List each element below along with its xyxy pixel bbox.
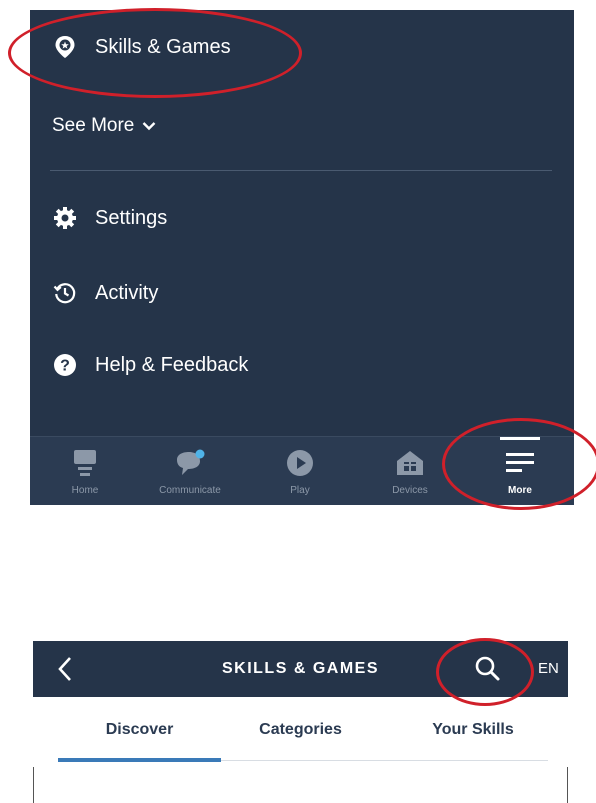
menu-item-label: Skills & Games [95,35,231,58]
active-tab-underline [58,758,221,762]
chat-bubble-icon [173,447,207,479]
chevron-down-icon [142,115,156,137]
nav-label: More [508,485,532,496]
menu-item-label: Settings [95,206,168,229]
menu-item-label: Activity [95,281,159,304]
menu-item-settings[interactable]: Settings [53,198,167,238]
menu-item-skills-games[interactable]: Skills & Games [53,27,231,67]
nav-item-devices[interactable]: Devices [360,437,460,505]
skills-header-bar: SKILLS & GAMES EN [33,641,568,697]
content-border-left [33,767,34,803]
nav-item-play[interactable]: Play [250,437,350,505]
menu-item-activity[interactable]: Activity [53,273,158,313]
tab-discover[interactable]: Discover [58,721,221,739]
nav-label: Home [71,485,99,496]
search-icon[interactable] [473,654,501,687]
gear-icon [53,206,77,230]
history-clock-icon [53,281,77,305]
language-indicator[interactable]: EN [538,660,559,677]
nav-label: Play [290,485,310,496]
see-more-toggle[interactable]: See More [52,115,156,137]
svg-text:?: ? [60,358,70,375]
nav-label: Devices [392,485,428,496]
nav-label: Communicate [159,485,221,496]
play-icon [285,447,315,479]
nav-item-home[interactable]: Home [35,437,135,505]
menu-item-help-feedback[interactable]: ? Help & Feedback [53,345,248,385]
menu-panel: Skills & Games See More Settings Activit… [30,10,574,505]
menu-divider [50,170,552,171]
home-icon [72,447,98,479]
tab-categories[interactable]: Categories [233,721,368,739]
skills-tabs: Discover Categories Your Skills [33,697,568,767]
see-more-label: See More [52,115,135,136]
menu-item-label: Help & Feedback [95,353,249,376]
skills-location-pin-icon [53,35,77,59]
hamburger-menu-icon [504,447,536,479]
devices-icon [395,447,425,479]
content-border-right [567,767,568,803]
tab-your-skills[interactable]: Your Skills [403,721,543,739]
bottom-nav-bar: Home Communicate Play Devices More [30,436,574,505]
nav-item-more[interactable]: More [470,437,570,505]
nav-item-communicate[interactable]: Communicate [140,437,240,505]
help-question-icon: ? [53,353,77,377]
